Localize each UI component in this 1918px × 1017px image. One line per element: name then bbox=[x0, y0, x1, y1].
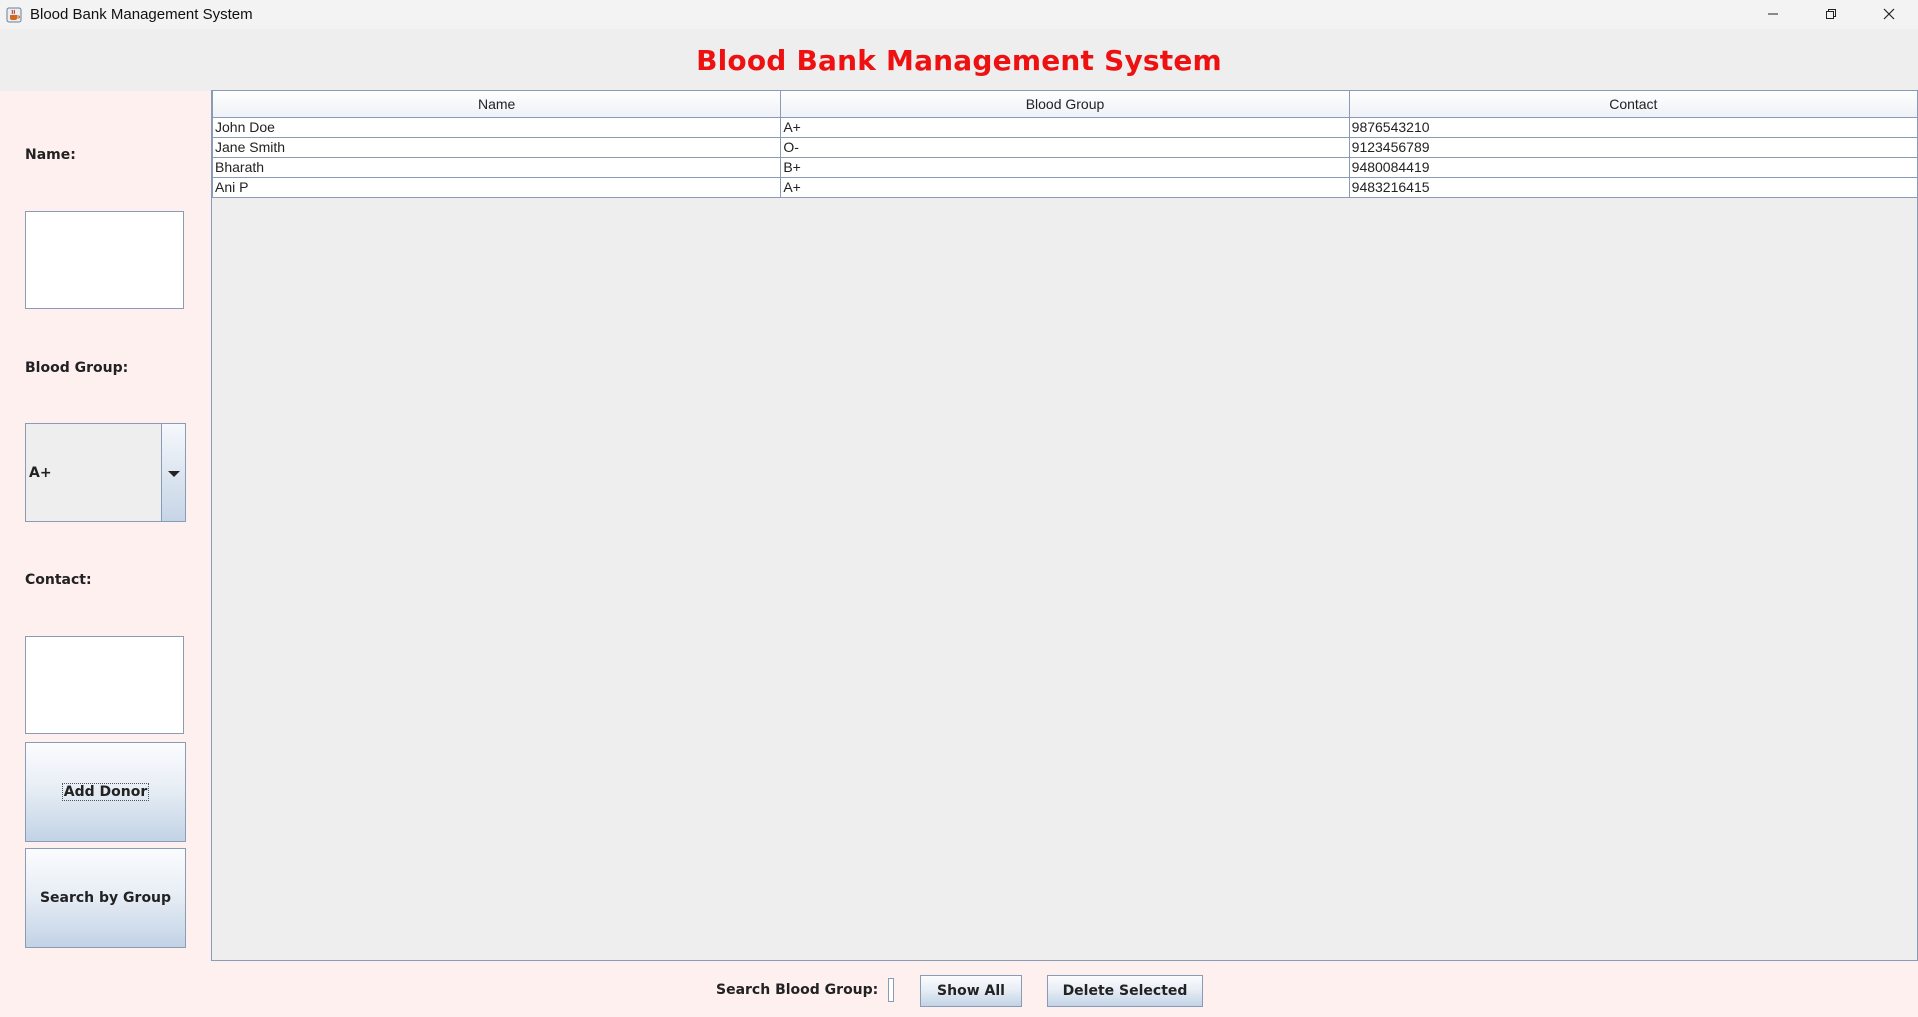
search-blood-group-input[interactable] bbox=[888, 978, 894, 1002]
cell-contact[interactable]: 9483216415 bbox=[1348, 176, 1918, 198]
delete-selected-label: Delete Selected bbox=[1062, 983, 1188, 999]
cell-contact[interactable]: 9480084419 bbox=[1348, 156, 1918, 178]
show-all-label: Show All bbox=[937, 983, 1005, 999]
cell-name[interactable]: Bharath bbox=[211, 156, 782, 178]
cell-blood-group[interactable]: B+ bbox=[780, 156, 1350, 178]
cell-name[interactable]: John Doe bbox=[211, 116, 782, 138]
close-icon bbox=[1883, 5, 1895, 24]
delete-selected-button[interactable]: Delete Selected bbox=[1047, 975, 1203, 1007]
restore-icon bbox=[1825, 5, 1837, 24]
close-button[interactable] bbox=[1860, 0, 1918, 29]
table-row[interactable]: John Doe A+ 9876543210 bbox=[211, 116, 1918, 138]
blood-group-dropdown[interactable]: A+ bbox=[25, 423, 186, 522]
java-cup-icon bbox=[4, 5, 24, 25]
search-by-group-button[interactable]: Search by Group bbox=[25, 848, 186, 948]
column-header-contact[interactable]: Contact bbox=[1348, 91, 1918, 118]
blood-group-label: Blood Group: bbox=[25, 360, 129, 376]
cell-name[interactable]: Jane Smith bbox=[211, 136, 782, 158]
cell-blood-group[interactable]: A+ bbox=[780, 176, 1350, 198]
minimize-button[interactable] bbox=[1744, 0, 1802, 29]
name-field[interactable] bbox=[25, 211, 184, 309]
cell-name[interactable]: Ani P bbox=[211, 176, 782, 198]
show-all-button[interactable]: Show All bbox=[920, 975, 1022, 1007]
table-header-row: Name Blood Group Contact bbox=[211, 91, 1918, 118]
page-title: Blood Bank Management System bbox=[696, 43, 1222, 77]
name-label: Name: bbox=[25, 147, 76, 163]
minimize-icon bbox=[1767, 5, 1779, 24]
donor-table: Name Blood Group Contact John Doe A+ 987… bbox=[211, 91, 1918, 198]
column-header-blood-group[interactable]: Blood Group bbox=[780, 91, 1350, 118]
maximize-button[interactable] bbox=[1802, 0, 1860, 29]
column-header-name[interactable]: Name bbox=[211, 91, 782, 118]
dropdown-arrow-button[interactable] bbox=[161, 424, 185, 521]
cell-contact[interactable]: 9876543210 bbox=[1348, 116, 1918, 138]
window-controls bbox=[1744, 0, 1918, 29]
contact-field[interactable] bbox=[25, 636, 184, 734]
blood-group-selected-value: A+ bbox=[29, 464, 52, 481]
search-blood-group-label: Search Blood Group: bbox=[716, 982, 879, 998]
add-donor-label: Add Donor bbox=[61, 783, 150, 801]
triangle-down-icon bbox=[167, 463, 180, 482]
cell-blood-group[interactable]: A+ bbox=[780, 116, 1350, 138]
table-row[interactable]: Bharath B+ 9480084419 bbox=[211, 156, 1918, 178]
donor-table-pane[interactable]: Name Blood Group Contact John Doe A+ 987… bbox=[211, 90, 1918, 961]
table-row[interactable]: Jane Smith O- 9123456789 bbox=[211, 136, 1918, 158]
window-title: Blood Bank Management System bbox=[30, 6, 253, 23]
search-by-group-label: Search by Group bbox=[39, 890, 172, 906]
header-band: Blood Bank Management System bbox=[0, 29, 1918, 91]
cell-blood-group[interactable]: O- bbox=[780, 136, 1350, 158]
add-donor-button[interactable]: Add Donor bbox=[25, 742, 186, 842]
contact-label: Contact: bbox=[25, 572, 92, 588]
table-row[interactable]: Ani P A+ 9483216415 bbox=[211, 176, 1918, 198]
cell-contact[interactable]: 9123456789 bbox=[1348, 136, 1918, 158]
window-titlebar: Blood Bank Management System bbox=[0, 0, 1918, 29]
